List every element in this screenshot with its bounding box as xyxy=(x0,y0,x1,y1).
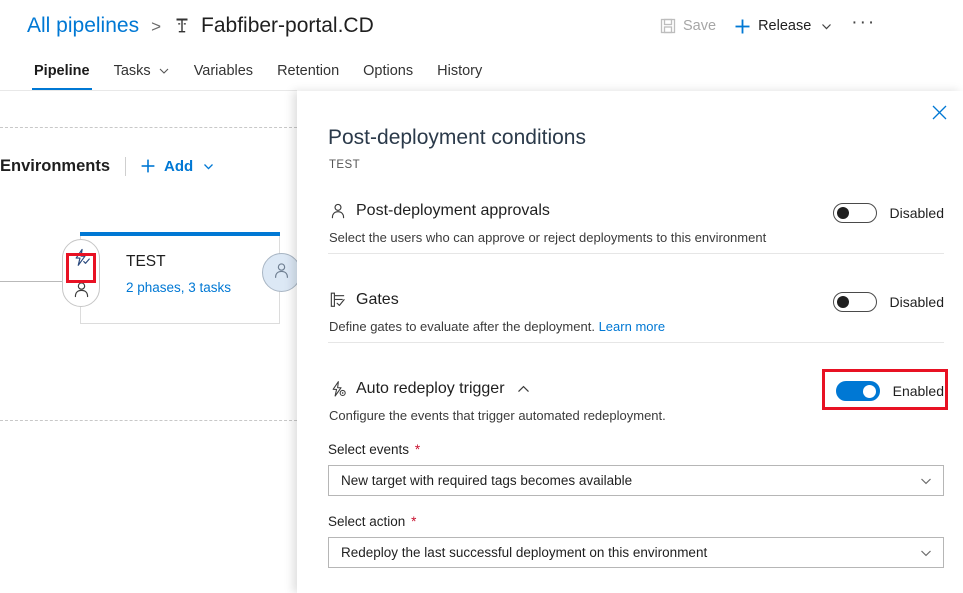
plus-icon xyxy=(140,158,156,174)
auto-redeploy-trigger-toggle[interactable] xyxy=(835,381,880,401)
divider xyxy=(125,156,127,176)
pipeline-connector-line xyxy=(0,281,62,282)
pre-deployment-conditions-pill xyxy=(62,239,100,307)
gates-toggle-label: Disabled xyxy=(889,294,944,310)
toggle-knob xyxy=(836,296,849,308)
post-deployment-conditions-panel: Post-deployment conditions TEST Post-dep… xyxy=(297,91,963,593)
canvas-dashed-divider-top xyxy=(0,127,297,128)
breadcrumb: All pipelines > Fabfiber-portal.CD xyxy=(27,9,374,43)
tab-variables[interactable]: Variables xyxy=(182,63,265,90)
environment-name: TEST xyxy=(126,253,166,270)
tab-history-label: History xyxy=(437,63,483,79)
field-select-events: Select events * New target with required… xyxy=(328,442,944,496)
select-events-label-text: Select events xyxy=(328,442,410,457)
release-label: Release xyxy=(758,18,812,34)
section-description: Select the users who can approve or reje… xyxy=(329,230,767,245)
post-deployment-approvals-toggle[interactable] xyxy=(832,203,877,223)
auto-redeploy-trigger-icon[interactable] xyxy=(66,242,96,272)
tab-history[interactable]: History xyxy=(425,63,494,90)
tab-options[interactable]: Options xyxy=(351,63,425,90)
more-actions-button[interactable]: ··· xyxy=(851,12,877,35)
save-button[interactable]: Save xyxy=(660,18,716,34)
toolbar: Save Release ··· xyxy=(660,13,894,39)
breadcrumb-separator: > xyxy=(151,16,162,36)
section-post-deployment-approvals: Post-deployment approvals Select the use… xyxy=(328,201,944,245)
add-environment-button[interactable]: Add xyxy=(140,158,215,175)
select-action-label-text: Select action xyxy=(328,514,406,529)
chevron-down-icon xyxy=(919,474,933,488)
select-action-value: Redeploy the last successful deployment … xyxy=(341,545,708,560)
close-icon[interactable] xyxy=(923,96,955,128)
select-action-label: Select action * xyxy=(328,514,944,529)
tab-bar: Pipeline Tasks Variables Retention Optio… xyxy=(22,56,494,90)
release-button[interactable]: Release xyxy=(734,18,833,35)
chevron-down-icon xyxy=(158,65,170,77)
auto-redeploy-trigger-toggle-label: Enabled xyxy=(892,383,944,399)
gate-icon xyxy=(328,290,348,310)
add-environment-label: Add xyxy=(164,157,194,175)
ellipsis-icon: ··· xyxy=(851,12,877,33)
section-description-text: Define gates to evaluate after the deplo… xyxy=(329,319,595,334)
tab-tasks-label: Tasks xyxy=(113,63,151,79)
release-pipeline-icon xyxy=(172,16,192,36)
tab-variables-label: Variables xyxy=(193,63,254,79)
tab-pipeline-label: Pipeline xyxy=(34,63,90,79)
environment-card-test[interactable]: TEST 2 phases, 3 tasks xyxy=(80,236,280,324)
tab-retention-label: Retention xyxy=(277,63,340,79)
canvas-dashed-divider-bottom xyxy=(0,420,297,421)
post-deployment-approval-icon xyxy=(272,261,291,285)
panel-subtitle: TEST xyxy=(329,159,360,171)
panel-title: Post-deployment conditions xyxy=(328,126,586,149)
chevron-down-icon[interactable] xyxy=(820,20,833,33)
learn-more-link[interactable]: Learn more xyxy=(599,319,665,334)
auto-redeploy-trigger-icon xyxy=(328,379,348,399)
page-title: Fabfiber-portal.CD xyxy=(201,14,374,37)
section-auto-redeploy-trigger: Auto redeploy trigger Configure the even… xyxy=(328,379,944,423)
chevron-down-icon[interactable] xyxy=(202,160,215,173)
post-deployment-conditions-button[interactable] xyxy=(262,253,297,292)
toggle-knob xyxy=(836,207,849,219)
required-asterisk: * xyxy=(411,514,417,529)
select-events-dropdown[interactable]: New target with required tags becomes av… xyxy=(328,465,944,496)
section-title: Post-deployment approvals xyxy=(356,202,550,219)
environments-header: Environments Add xyxy=(0,154,215,178)
chevron-up-icon[interactable] xyxy=(516,382,531,397)
save-label: Save xyxy=(683,18,717,34)
tab-pipeline[interactable]: Pipeline xyxy=(22,63,102,90)
environments-label: Environments xyxy=(0,156,111,175)
gates-toggle[interactable] xyxy=(832,292,877,312)
person-icon xyxy=(328,201,348,221)
toggle-knob xyxy=(862,385,876,398)
section-description: Define gates to evaluate after the deplo… xyxy=(329,319,665,334)
release-pipeline-page: All pipelines > Fabfiber-portal.CD Save … xyxy=(0,0,963,593)
select-events-label: Select events * xyxy=(328,442,944,457)
chevron-down-icon xyxy=(919,546,933,560)
section-title: Auto redeploy trigger xyxy=(356,380,505,397)
save-icon xyxy=(660,18,676,34)
field-select-action: Select action * Redeploy the last succes… xyxy=(328,514,944,568)
breadcrumb-all-pipelines-link[interactable]: All pipelines xyxy=(27,14,139,38)
section-divider xyxy=(328,342,944,343)
environment-phases-tasks-link[interactable]: 2 phases, 3 tasks xyxy=(126,280,231,295)
section-gates: Gates Define gates to evaluate after the… xyxy=(328,290,944,334)
plus-icon xyxy=(734,18,751,35)
pipeline-canvas: Environments Add TEST 2 phases, 3 tasks xyxy=(0,91,297,593)
tab-options-label: Options xyxy=(363,63,414,79)
tab-retention[interactable]: Retention xyxy=(265,63,351,90)
section-description: Configure the events that trigger automa… xyxy=(329,408,666,423)
tab-tasks[interactable]: Tasks xyxy=(102,63,182,90)
select-events-value: New target with required tags becomes av… xyxy=(341,473,633,488)
section-divider xyxy=(328,253,944,254)
select-action-dropdown[interactable]: Redeploy the last successful deployment … xyxy=(328,537,944,568)
section-title: Gates xyxy=(356,291,399,308)
post-deployment-approvals-toggle-label: Disabled xyxy=(889,205,944,221)
pre-deployment-approval-icon[interactable] xyxy=(66,274,96,304)
required-asterisk: * xyxy=(414,442,421,457)
